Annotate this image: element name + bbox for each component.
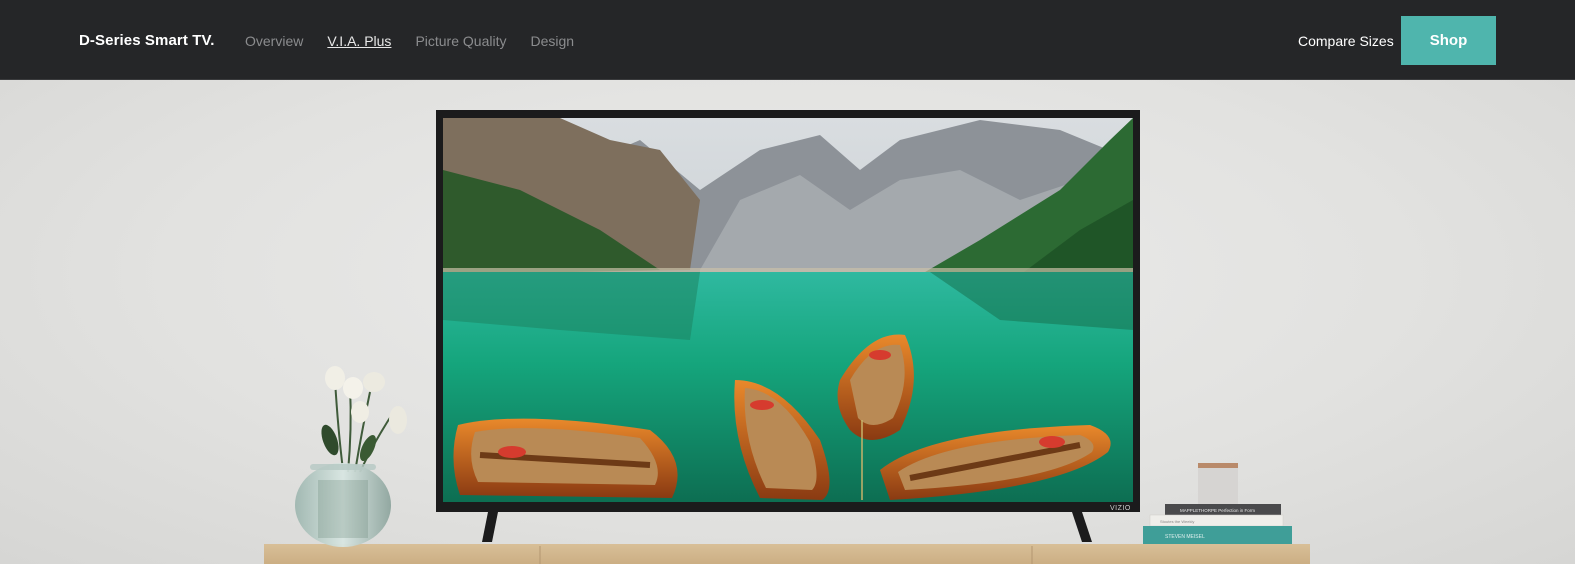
living-room-scene: VIZIO MAPPLETHORPE Perfection in Form St… — [264, 110, 1310, 564]
credenza — [264, 544, 1310, 564]
nav-overview[interactable]: Overview — [245, 33, 303, 49]
tv-foot-right — [1072, 512, 1092, 542]
top-navigation-bar: D-Series Smart TV. Overview V.I.A. Plus … — [0, 0, 1575, 80]
book-1-title: MAPPLETHORPE Perfection in Form — [1180, 508, 1255, 513]
boat-left — [453, 418, 678, 498]
product-title[interactable]: D-Series Smart TV. — [79, 32, 214, 49]
hero-image: VIZIO MAPPLETHORPE Perfection in Form St… — [0, 80, 1575, 564]
book-3-title: STEVEN MEISEL — [1165, 534, 1205, 540]
tv-foot-left — [482, 512, 498, 542]
tv-logo: VIZIO — [1110, 505, 1131, 512]
nav-picture-quality[interactable]: Picture Quality — [415, 33, 506, 49]
books-stack: MAPPLETHORPE Perfection in Form Stoutes … — [1143, 463, 1292, 544]
book-2-title: Stoutes the Weekly — [1160, 519, 1194, 524]
nav-via-plus[interactable]: V.I.A. Plus — [327, 33, 391, 49]
tv-screen — [443, 118, 1133, 502]
nav-design[interactable]: Design — [530, 33, 574, 49]
flower-vase — [295, 366, 407, 547]
section-nav: Overview V.I.A. Plus Picture Quality Des… — [245, 33, 574, 49]
compare-sizes-link[interactable]: Compare Sizes — [1298, 33, 1394, 49]
shop-button[interactable]: Shop — [1401, 16, 1496, 65]
